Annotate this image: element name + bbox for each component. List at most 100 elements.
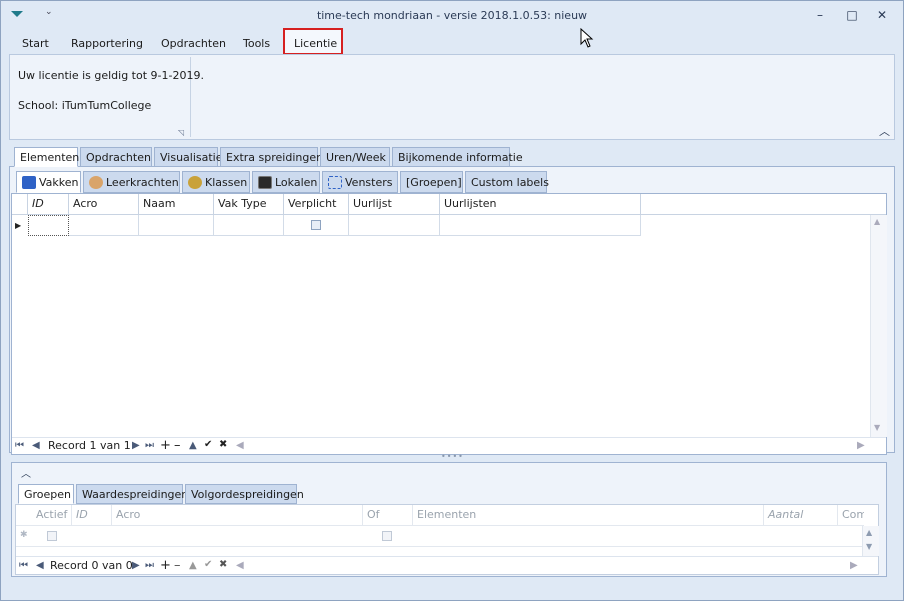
- subtab-leerkrachten[interactable]: Leerkrachten: [83, 171, 180, 193]
- col-aantal-header[interactable]: Aantal: [764, 505, 838, 525]
- splitter-grip-icon[interactable]: ••••: [441, 452, 464, 461]
- maximize-button[interactable]: □: [844, 8, 860, 22]
- tab-volgordespreidingen[interactable]: Volgordespreidingen: [185, 484, 304, 504]
- col-bottom-acro-header[interactable]: Acro: [112, 505, 363, 525]
- tab-bijkomende-informatie[interactable]: Bijkomende informatie: [392, 147, 523, 167]
- title-bar: ⌄ time-tech mondriaan - versie 2018.1.0.…: [1, 1, 903, 31]
- teacher-icon: [89, 176, 103, 189]
- grid-vertical-scrollbar[interactable]: ▲ ▼: [870, 215, 887, 437]
- tab-extra-spreidingen[interactable]: Extra spreidingen: [220, 147, 323, 167]
- scroll-down-icon[interactable]: ▼: [874, 423, 880, 432]
- tab-opdrachten[interactable]: Opdrachten: [80, 147, 152, 167]
- group-icon: [188, 176, 202, 189]
- bottom-navigator: ⏮ ◀ Record 0 van 0 ▶ ⏭ + – ▲ ✔ ✖ ◀ ▶: [16, 556, 878, 575]
- subtab-lokalen[interactable]: Lokalen: [252, 171, 320, 193]
- bottom-scroll-up-icon[interactable]: ▲: [866, 528, 872, 537]
- nav-add-icon[interactable]: +: [160, 438, 171, 453]
- classroom-icon: [258, 176, 272, 189]
- menu-start[interactable]: Start: [22, 37, 49, 50]
- cell-id[interactable]: [28, 215, 69, 236]
- actief-checkbox[interactable]: [47, 531, 57, 541]
- close-button[interactable]: ✕: [874, 8, 890, 22]
- minimize-button[interactable]: –: [812, 8, 828, 22]
- nav-first-icon[interactable]: ⏮: [15, 440, 24, 451]
- license-validity-text: Uw licentie is geldig tot 9-1-2019.: [18, 69, 204, 82]
- subtab-leerkrachten-label: Leerkrachten: [106, 176, 179, 189]
- tab-elementen[interactable]: Elementen: [14, 147, 79, 167]
- col-elementen-header[interactable]: Elementen: [413, 505, 764, 525]
- hscroll-right-icon[interactable]: ▶: [857, 440, 865, 451]
- hscroll-left-icon[interactable]: ◀: [236, 440, 244, 451]
- col-uurlijsten-header[interactable]: Uurlijsten: [440, 194, 641, 214]
- bottom-nav-edit-icon[interactable]: ▲: [189, 560, 197, 571]
- bottom-row-divider: [16, 546, 864, 547]
- nav-prev-page-icon[interactable]: ◀: [32, 440, 40, 451]
- row-indicator-header: [12, 194, 28, 214]
- bottom-nav-add-icon[interactable]: +: [160, 558, 171, 573]
- tab-waardespreidingen[interactable]: Waardespreidingen: [76, 484, 188, 504]
- menu-opdrachten[interactable]: Opdrachten: [161, 37, 226, 50]
- subtab-groepen[interactable]: [Groepen]: [400, 171, 463, 193]
- col-of-header[interactable]: Of: [363, 505, 413, 525]
- app-window: ⌄ time-tech mondriaan - versie 2018.1.0.…: [0, 0, 904, 601]
- col-uurlijst-header[interactable]: Uurlijst: [349, 194, 440, 214]
- cell-vak-type[interactable]: [214, 215, 284, 236]
- verplicht-checkbox[interactable]: [311, 220, 321, 230]
- current-row-arrow-icon: ▶: [15, 221, 22, 230]
- cell-uurlijsten[interactable]: [440, 215, 641, 236]
- of-checkbox[interactable]: [382, 531, 392, 541]
- bottom-scroll-down-icon[interactable]: ▼: [866, 542, 872, 551]
- nav-delete-icon[interactable]: –: [174, 438, 181, 453]
- subtab-klassen[interactable]: Klassen: [182, 171, 250, 193]
- tab-visualisatie[interactable]: Visualisatie: [154, 147, 223, 167]
- nav-cancel-icon[interactable]: ✖: [219, 439, 227, 450]
- tab-uren-week[interactable]: Uren/Week: [320, 147, 390, 167]
- bottom-nav-first-icon[interactable]: ⏮: [19, 560, 28, 571]
- record-counter: Record 1 van 1: [48, 439, 131, 452]
- ribbon-group-launcher-icon[interactable]: ◹: [178, 128, 184, 137]
- bottom-vertical-scrollbar[interactable]: ▲ ▼: [862, 526, 879, 556]
- subtab-klassen-label: Klassen: [205, 176, 248, 189]
- bottom-nav-prev-icon[interactable]: ◀: [36, 560, 44, 571]
- cell-uurlijst[interactable]: [349, 215, 440, 236]
- bottom-hscroll-left-icon[interactable]: ◀: [236, 560, 244, 571]
- tab-groepen[interactable]: Groepen: [18, 484, 74, 504]
- book-icon: [22, 176, 36, 189]
- bottom-nav-delete-icon[interactable]: –: [174, 558, 181, 573]
- col-vak-type-header[interactable]: Vak Type: [214, 194, 284, 214]
- window-title: time-tech mondriaan - versie 2018.1.0.53…: [316, 9, 588, 22]
- nav-edit-icon[interactable]: ▲: [189, 440, 197, 451]
- subtab-vakken[interactable]: Vakken: [16, 171, 81, 193]
- menu-tools[interactable]: Tools: [243, 37, 270, 50]
- nav-last-icon[interactable]: ⏭: [145, 440, 154, 451]
- bottom-hscroll-right-icon[interactable]: ▶: [850, 560, 858, 571]
- bottom-nav-next-icon[interactable]: ▶: [132, 560, 140, 571]
- nav-next-icon[interactable]: ▶: [132, 440, 140, 451]
- subtab-custom-labels[interactable]: Custom labels: [465, 171, 549, 193]
- menu-rapportering[interactable]: Rapportering: [71, 37, 143, 50]
- bottom-record-counter: Record 0 van 0: [50, 559, 133, 572]
- cell-naam[interactable]: [139, 215, 214, 236]
- bottom-header-divider: [16, 525, 864, 526]
- col-actief-header[interactable]: Actief: [32, 505, 72, 525]
- bottom-nav-cancel-icon[interactable]: ✖: [219, 559, 227, 570]
- bottom-nav-save-icon[interactable]: ✔: [204, 559, 212, 570]
- mouse-cursor-icon: [580, 27, 594, 51]
- col-id-header[interactable]: ID: [28, 194, 69, 214]
- subtab-vensters[interactable]: Vensters: [322, 171, 398, 193]
- col-acro-header[interactable]: Acro: [69, 194, 139, 214]
- cell-verplicht[interactable]: [284, 215, 349, 236]
- cell-acro[interactable]: [69, 215, 139, 236]
- col-verplicht-header[interactable]: Verplicht: [284, 194, 349, 214]
- bottom-collapse-icon[interactable]: ︿: [21, 465, 31, 480]
- col-naam-header[interactable]: Naam: [139, 194, 214, 214]
- subtab-lokalen-label: Lokalen: [275, 176, 318, 189]
- subtab-vensters-label: Vensters: [345, 176, 393, 189]
- bottom-nav-last-icon[interactable]: ⏭: [145, 560, 154, 571]
- scroll-up-icon[interactable]: ▲: [874, 217, 880, 226]
- menu-licentie[interactable]: Licentie: [294, 37, 337, 50]
- col-bottom-id-header[interactable]: ID: [72, 505, 112, 525]
- collapse-ribbon-icon[interactable]: ︿: [879, 123, 890, 139]
- col-commentaar-header[interactable]: Commen: [838, 505, 864, 525]
- nav-save-icon[interactable]: ✔: [204, 439, 212, 450]
